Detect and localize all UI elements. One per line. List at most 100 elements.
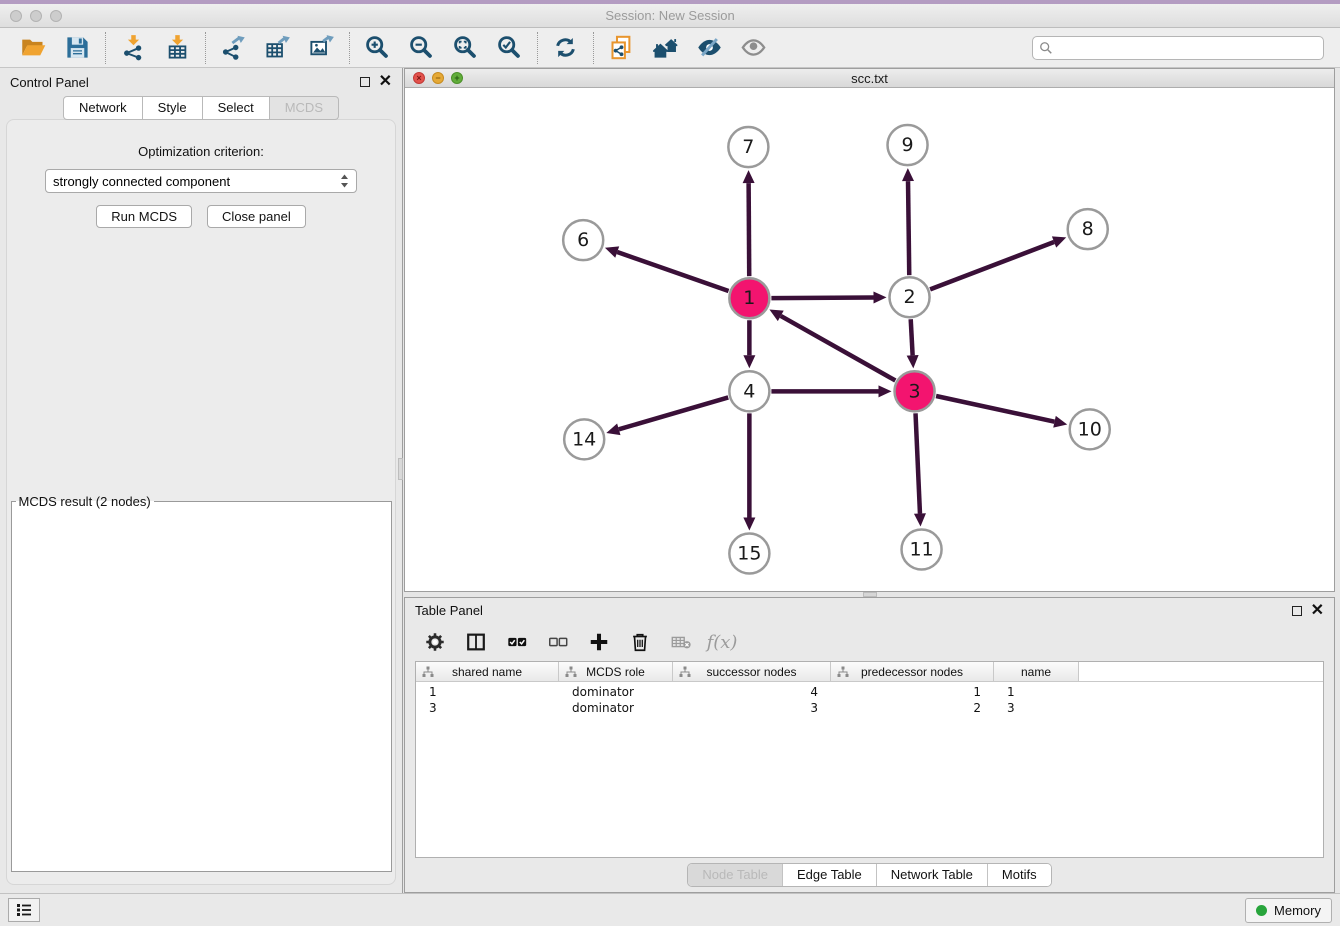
panel-splitter-grip[interactable] [398,458,403,480]
zoom-selected-icon[interactable] [495,33,524,62]
run-mcds-button[interactable]: Run MCDS [96,205,192,228]
status-bar: Memory [0,893,1340,926]
node-10[interactable]: 10 [1070,410,1110,450]
node-2[interactable]: 2 [890,278,930,318]
network-canvas[interactable]: 7 9 6 8 1 2 4 3 14 10 15 11 [405,88,1334,591]
edge-arrowhead [879,386,892,398]
table-body[interactable]: 1dominator4113dominator323 [416,682,1323,857]
svg-text:15: 15 [737,543,761,565]
network-window-titlebar: × − + scc.txt [405,69,1334,88]
svg-text:6: 6 [577,230,589,252]
network-window-title: scc.txt [405,71,1334,86]
node-3[interactable]: 3 [895,372,935,412]
deselect-all-icon[interactable] [546,630,570,654]
close-panel-button[interactable]: Close panel [207,205,306,228]
svg-text:7: 7 [742,137,754,159]
tab-select[interactable]: Select [203,96,270,120]
edge-1-2[interactable] [771,298,873,299]
edge-1-7[interactable] [749,184,750,277]
function-builder-icon[interactable]: f(x) [710,630,734,654]
search-input[interactable] [1057,40,1317,55]
cell-successor-nodes: 4 [673,685,831,701]
node-15[interactable]: 15 [729,534,769,574]
memory-button[interactable]: Memory [1245,898,1332,923]
zoom-out-icon[interactable] [407,33,436,62]
edge-3-11[interactable] [916,414,920,514]
edge-arrowhead [914,514,926,527]
export-image-icon[interactable] [307,33,336,62]
float-table-panel-icon[interactable] [1292,606,1302,616]
memory-status-dot [1256,905,1267,916]
save-icon[interactable] [63,33,92,62]
edge-2-8[interactable] [930,242,1054,289]
delete-table-icon[interactable] [669,630,693,654]
node-1[interactable]: 1 [729,279,769,319]
delete-row-icon[interactable] [628,630,652,654]
network-minimize-button[interactable]: − [432,72,444,84]
table-row[interactable]: 3dominator323 [416,701,1323,717]
tab-network-table[interactable]: Network Table [876,864,987,886]
cell-shared-name: 3 [416,701,559,717]
edge-arrowhead [606,424,620,436]
edge-3-1[interactable] [781,316,896,381]
edge-2-9[interactable] [908,182,909,276]
node-9[interactable]: 9 [888,126,928,166]
tab-edge-table[interactable]: Edge Table [782,864,876,886]
add-row-icon[interactable] [587,630,611,654]
node-11[interactable]: 11 [902,530,942,570]
import-network-icon[interactable] [119,33,148,62]
criterion-dropdown[interactable]: strongly connected component [45,169,357,193]
close-panel-icon[interactable]: ✕ [379,77,392,87]
edge-arrowhead [907,355,919,368]
network-maximize-button[interactable]: + [451,72,463,84]
column-header-successor-nodes[interactable]: successor nodes [673,662,831,681]
mcds-result-box: MCDS result (2 nodes) 1 3 [11,494,392,872]
node-7[interactable]: 7 [728,128,768,168]
refresh-icon[interactable] [551,33,580,62]
horizontal-splitter[interactable] [404,592,1335,597]
tab-node-table[interactable]: Node Table [688,864,782,886]
zoom-in-icon[interactable] [363,33,392,62]
column-header-predecessor-nodes[interactable]: predecessor nodes [831,662,994,681]
task-history-button[interactable] [8,898,40,922]
tab-motifs[interactable]: Motifs [987,864,1051,886]
control-panel: Control Panel ✕ NetworkStyleSelectMCDS O… [0,68,403,893]
cell-name: 3 [994,701,1079,717]
tab-network[interactable]: Network [63,96,143,120]
column-header-name[interactable]: name [994,662,1079,681]
export-network-icon[interactable] [219,33,248,62]
column-layout-icon[interactable] [464,630,488,654]
select-all-icon[interactable] [505,630,529,654]
column-header-MCDS-role[interactable]: MCDS role [559,662,673,681]
edge-1-6[interactable] [617,253,728,292]
tab-mcds[interactable]: MCDS [270,96,339,120]
node-4[interactable]: 4 [729,372,769,412]
node-8[interactable]: 8 [1068,210,1108,250]
eye-icon[interactable] [739,33,768,62]
clone-network-icon[interactable] [607,33,636,62]
export-table-icon[interactable] [263,33,292,62]
svg-text:11: 11 [909,539,933,561]
home-icon[interactable] [651,33,680,62]
table-header-row: shared nameMCDS rolesuccessor nodesprede… [416,662,1323,682]
mcds-result-text: 1 3 [12,509,379,511]
network-close-button[interactable]: × [413,72,425,84]
edge-3-10[interactable] [936,396,1054,422]
eye-slash-icon[interactable] [695,33,724,62]
splitter-grip[interactable] [863,592,877,597]
node-6[interactable]: 6 [563,221,603,261]
table-panel: Table Panel ✕ [404,597,1335,893]
float-panel-icon[interactable] [360,77,370,87]
edge-2-3[interactable] [911,320,913,356]
import-table-icon[interactable] [163,33,192,62]
settings-gear-icon[interactable] [423,630,447,654]
zoom-fit-icon[interactable] [451,33,480,62]
tab-style[interactable]: Style [143,96,203,120]
table-toolbar: f(x) [405,623,1334,661]
node-14[interactable]: 14 [564,420,604,460]
table-row[interactable]: 1dominator411 [416,685,1323,701]
edge-4-14[interactable] [619,398,728,430]
close-table-panel-icon[interactable]: ✕ [1311,606,1324,616]
column-header-shared-name[interactable]: shared name [416,662,559,681]
open-folder-icon[interactable] [19,33,48,62]
